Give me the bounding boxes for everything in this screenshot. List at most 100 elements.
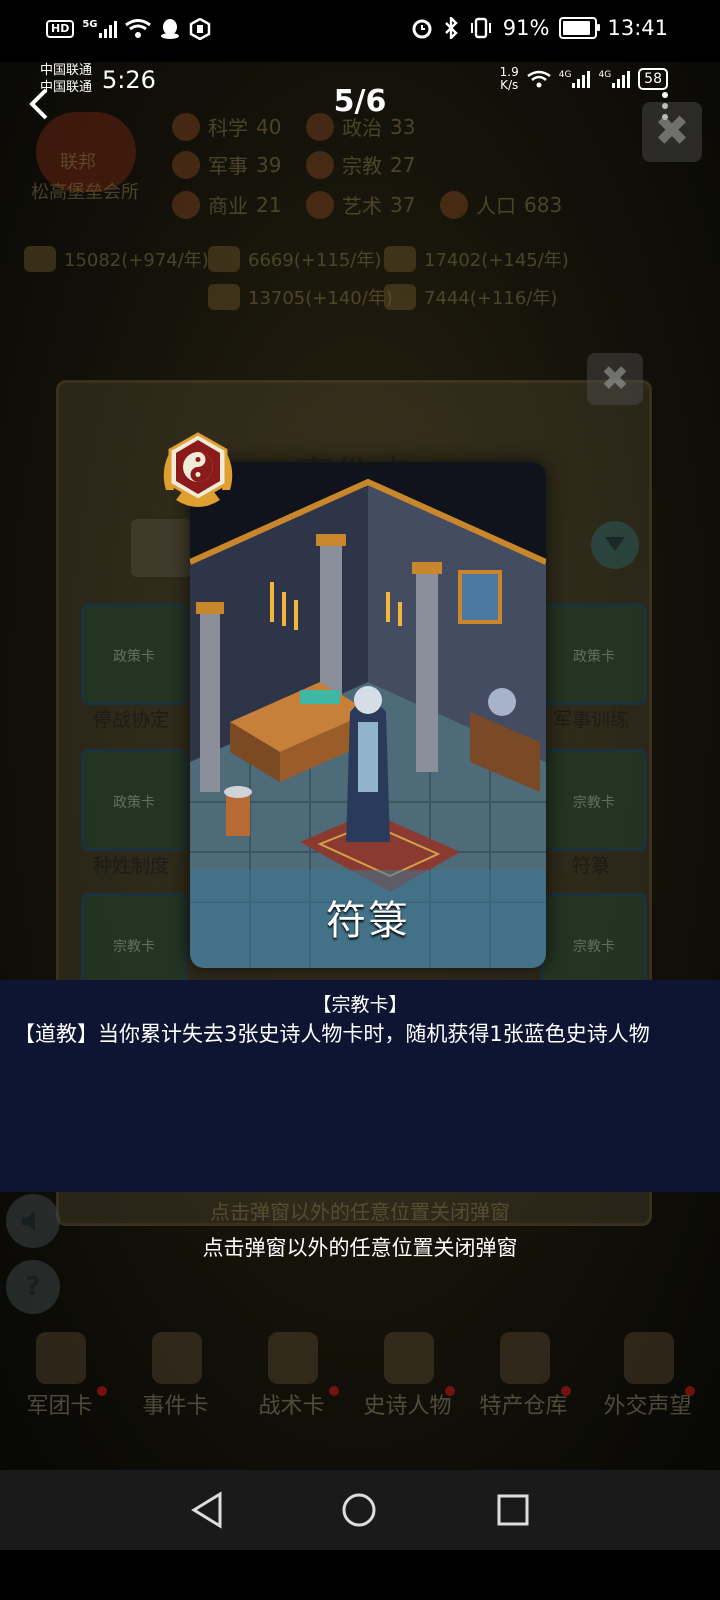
mini-card[interactable]: 政策卡 [81, 603, 187, 705]
stat-military: 军事 39 [172, 150, 281, 179]
mini-card-label: 停战协定 [92, 709, 169, 731]
city-name: 松高堡垒会所 [31, 182, 139, 203]
signal-1-label: 4G [558, 70, 572, 80]
nav-home-button[interactable] [334, 1488, 384, 1532]
signal-2-label: 4G [598, 70, 612, 80]
resource-icon [208, 246, 240, 272]
close-hint: 点击弹窗以外的任意位置关闭弹窗 [202, 1236, 518, 1260]
card-type-label: 【宗教卡】 [312, 994, 408, 1016]
back-triangle-icon [191, 1491, 222, 1529]
mini-card[interactable]: 政策卡 [541, 603, 647, 705]
art-icon [306, 190, 334, 219]
commerce-icon [172, 190, 200, 219]
tab-legion-cards[interactable]: 军团卡 [2, 1324, 117, 1424]
recents-square-icon [497, 1494, 529, 1526]
science-icon [172, 112, 200, 141]
carrier-line-1: 中国联通 [40, 63, 93, 78]
resource-5: 7444(+116/年) [384, 284, 557, 310]
tab-specialty-storage[interactable]: 特产仓库 [466, 1324, 581, 1424]
stat-politics: 政治 33 [306, 112, 415, 141]
bluetooth-icon [444, 17, 458, 39]
scroll-icon [152, 1332, 202, 1384]
5g-signal-icon: 5G [82, 19, 117, 38]
inner-status-right: 1.9 K/s 4G 4G 58 [500, 66, 668, 92]
chest-icon [500, 1332, 550, 1384]
wifi-icon [124, 19, 151, 38]
yin-yang-icon [163, 432, 233, 507]
resource-icon [208, 284, 240, 310]
filter-button[interactable] [591, 521, 639, 569]
notification-dot [329, 1386, 339, 1396]
resource-icon [24, 246, 56, 272]
inner-clock: 5:26 [102, 66, 156, 94]
signal-1-icon: 4G [559, 70, 591, 88]
sound-toggle-button[interactable] [6, 1194, 60, 1248]
hud-close-button[interactable]: ✖ [642, 102, 702, 162]
tab-diplomacy[interactable]: 外交声望 [590, 1324, 705, 1424]
close-hint-background: 点击弹窗以外的任意位置关闭弹窗 [210, 1200, 510, 1224]
clock: 13:41 [607, 16, 668, 40]
mini-card[interactable]: 宗教卡 [541, 749, 647, 851]
category-dropdown[interactable] [131, 519, 191, 577]
status-bar: HD 5G 91% 13:41 [0, 0, 720, 62]
card-title: 符箓 [326, 898, 410, 944]
card-effect-text: 【道教】当你累计失去3张史诗人物卡时，随机获得1张蓝色史诗人物 [14, 1022, 650, 1046]
screen: HD 5G 91% 13:41 中国联通 中国联通 5:26 1.9 K/s 4… [0, 0, 720, 1600]
card-description-panel: 【宗教卡】 【道教】当你累计失去3张史诗人物卡时，随机获得1张蓝色史诗人物 [0, 980, 720, 1192]
stat-science: 科学 40 [172, 112, 281, 141]
nav-back-button[interactable] [184, 1488, 234, 1532]
bottom-tab-bar: 军团卡 事件卡 战术卡 史诗人物 特产仓库 外交声望 [0, 1324, 720, 1424]
stat-population: 人口 683 [440, 190, 562, 219]
home-circle-icon [342, 1493, 376, 1527]
alliance-label: 联邦 [60, 152, 96, 173]
bottom-strip [0, 1550, 720, 1600]
featured-card[interactable]: 符箓 [190, 462, 546, 968]
person-icon [440, 190, 468, 219]
inner-battery: 58 [638, 68, 668, 90]
helmet-icon [36, 1332, 86, 1384]
app-icon [189, 18, 210, 40]
battery-percent: 91% [502, 16, 550, 40]
envelope-icon [624, 1332, 674, 1384]
hd-icon: HD [46, 20, 75, 38]
resource-icon [384, 284, 416, 310]
net-type-label: 5G [82, 19, 98, 30]
tab-epic-figures[interactable]: 史诗人物 [350, 1324, 465, 1424]
mute-icon [22, 1211, 35, 1231]
resource-4: 13705(+140/年) [208, 284, 393, 310]
status-left: HD 5G [46, 18, 211, 40]
status-right: 91% 13:41 [411, 16, 668, 40]
vibrate-icon [470, 17, 491, 39]
more-vertical-icon [662, 92, 668, 98]
notification-dot [97, 1386, 107, 1396]
religion-icon [306, 150, 334, 179]
tab-event-cards[interactable]: 事件卡 [118, 1324, 233, 1424]
resource-1: 15082(+974/年) [24, 246, 209, 272]
panel-close-button[interactable]: ✖ [587, 353, 643, 405]
mini-card-label: 种姓制度 [92, 855, 169, 877]
stat-art: 艺术 37 [306, 190, 415, 219]
nav-recents-button[interactable] [488, 1488, 538, 1532]
notification-dot [561, 1386, 571, 1396]
crown-icon [384, 1332, 434, 1384]
recorded-screen: 中国联通 中国联通 5:26 1.9 K/s 4G 4G 58 5/6 ✖ 联邦… [0, 62, 720, 1470]
mini-card[interactable]: 政策卡 [81, 749, 187, 851]
back-button[interactable] [24, 84, 54, 124]
military-icon [172, 150, 200, 179]
stat-commerce: 商业 21 [172, 190, 281, 219]
help-button[interactable]: ? [6, 1260, 60, 1314]
tab-tactic-cards[interactable]: 战术卡 [234, 1324, 349, 1424]
notification-dot [445, 1386, 455, 1396]
resource-icon [384, 246, 416, 272]
net-speed: 1.9 K/s [500, 66, 519, 92]
politics-icon [306, 112, 334, 141]
stat-religion: 宗教 27 [306, 150, 415, 179]
shield-icon [268, 1332, 318, 1384]
resource-2: 6669(+115/年) [208, 246, 381, 272]
battery-icon [559, 17, 601, 39]
net-speed-unit: K/s [500, 78, 519, 92]
system-nav-bar [0, 1470, 720, 1550]
signal-2-icon: 4G [598, 70, 631, 88]
wifi-icon [527, 70, 551, 88]
alarm-icon [412, 19, 432, 39]
